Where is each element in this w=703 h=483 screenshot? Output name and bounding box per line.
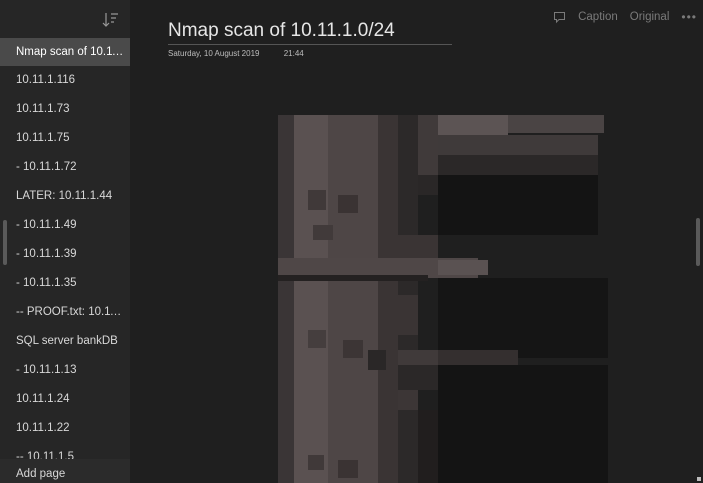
sidebar-scrollbar[interactable]	[3, 220, 7, 265]
page-sidebar: Nmap scan of 10.11.1.0/2410.11.1.11610.1…	[0, 0, 130, 483]
image-toolbar: Caption Original •••	[553, 8, 697, 26]
comment-icon[interactable]	[553, 11, 566, 24]
sidebar-page-item[interactable]: Nmap scan of 10.11.1.0/24	[0, 38, 130, 66]
sidebar-page-item[interactable]: - 10.11.1.49	[0, 211, 130, 240]
sidebar-page-item[interactable]: - 10.11.1.13	[0, 356, 130, 385]
sidebar-page-item[interactable]: SQL server bankDB	[0, 327, 130, 356]
resize-handle[interactable]	[697, 477, 701, 481]
page-content: Caption Original ••• Nmap scan of 10.11.…	[130, 0, 703, 483]
original-button[interactable]: Original	[630, 11, 670, 23]
page-title[interactable]: Nmap scan of 10.11.1.0/24	[168, 20, 452, 45]
sidebar-page-item[interactable]: 10.11.1.75	[0, 124, 130, 153]
add-page-button[interactable]: Add page	[0, 459, 130, 483]
sidebar-page-item[interactable]: 10.11.1.24	[0, 385, 130, 414]
content-scrollbar[interactable]	[696, 218, 700, 266]
page-list: Nmap scan of 10.11.1.0/2410.11.1.11610.1…	[0, 38, 130, 472]
caption-button[interactable]: Caption	[578, 11, 618, 23]
more-options-icon[interactable]: •••	[681, 10, 697, 24]
sidebar-page-item[interactable]: -- PROOF.txt: 10.11.1.5	[0, 298, 130, 327]
sidebar-page-item[interactable]: 10.11.1.116	[0, 66, 130, 95]
pixelated-image[interactable]	[278, 115, 608, 483]
sidebar-page-item[interactable]: - 10.11.1.72	[0, 153, 130, 182]
page-time: 21:44	[283, 49, 304, 58]
app-window: Nmap scan of 10.11.1.0/2410.11.1.11610.1…	[0, 0, 703, 483]
sidebar-page-item[interactable]: LATER: 10.11.1.44	[0, 182, 130, 211]
page-timestamp: Saturday, 10 August 2019 21:44	[168, 49, 304, 58]
sidebar-page-item[interactable]: - 10.11.1.35	[0, 269, 130, 298]
page-date: Saturday, 10 August 2019	[168, 49, 260, 58]
sidebar-page-item[interactable]: 10.11.1.73	[0, 95, 130, 124]
sort-icon[interactable]	[100, 10, 120, 30]
sidebar-page-item[interactable]: - 10.11.1.39	[0, 240, 130, 269]
sidebar-page-item[interactable]: 10.11.1.22	[0, 414, 130, 443]
